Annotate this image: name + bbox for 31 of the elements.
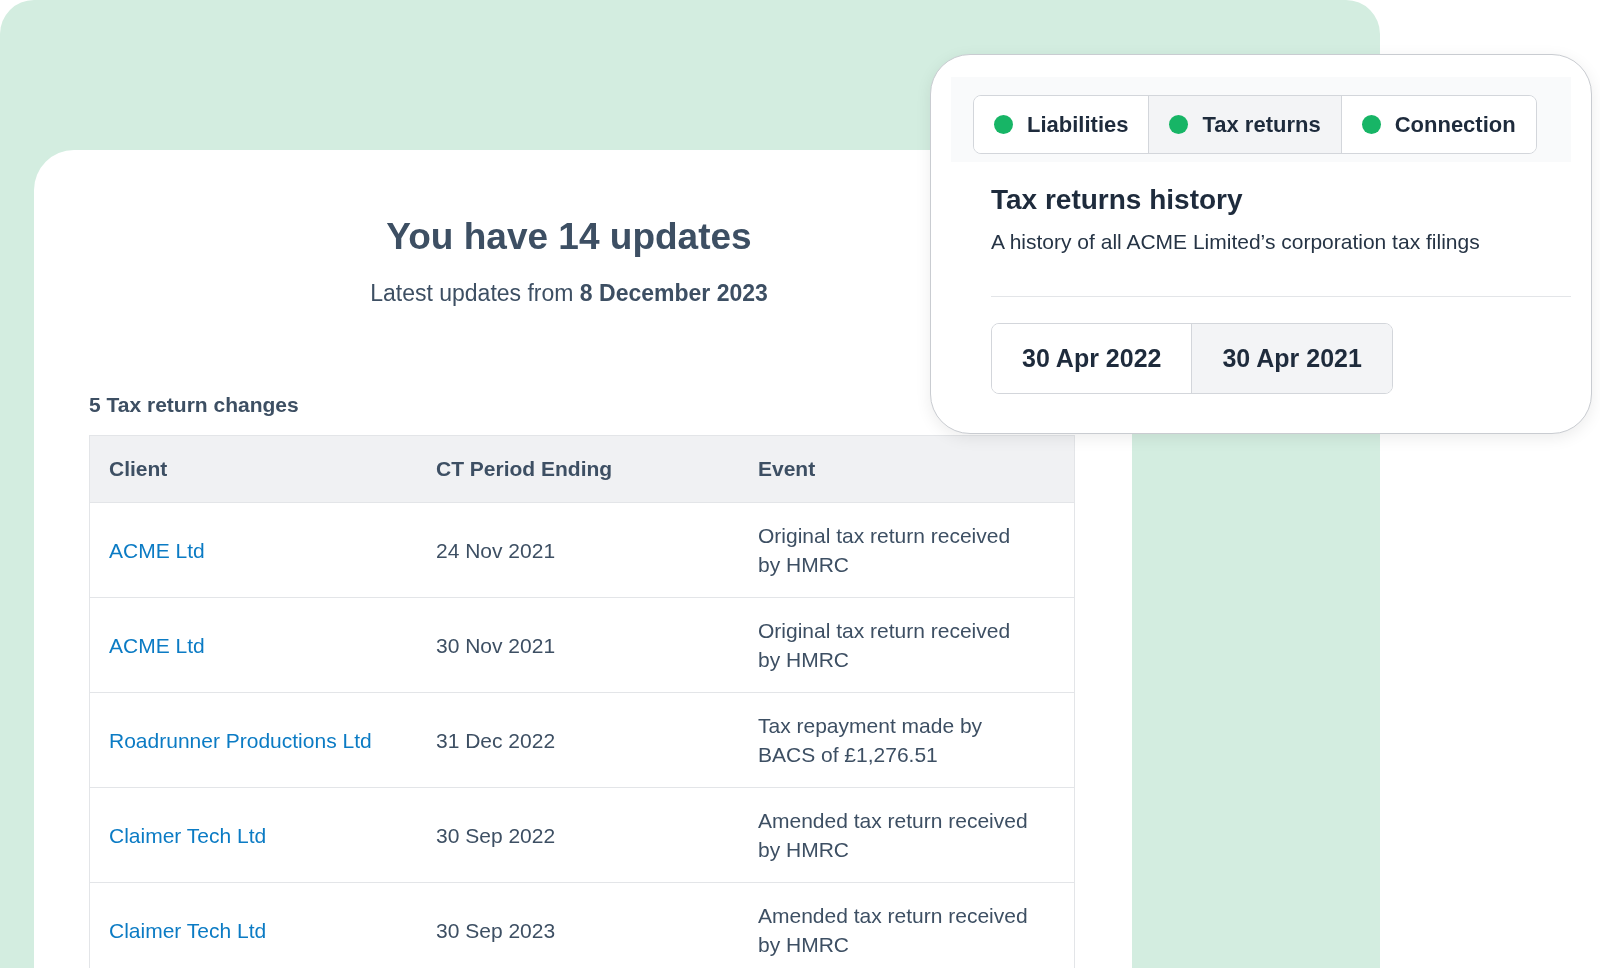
period-cell: 24 Nov 2021 — [436, 538, 556, 562]
event-cell-text: Tax repayment made by BACS of £1,276.51 — [758, 713, 984, 768]
page-subtitle: Latest updates from 8 December 2023 — [370, 280, 768, 307]
section-tab[interactable]: Liabilities — [974, 96, 1150, 153]
section-tab[interactable]: Connection — [1341, 96, 1536, 153]
client-link[interactable]: Claimer Tech Ltd — [109, 918, 267, 942]
client-link[interactable]: Claimer Tech Ltd — [109, 823, 267, 847]
page-title: You have 14 updates — [386, 216, 752, 258]
section-heading: 5 Tax return changes — [89, 393, 300, 417]
status-dot-icon — [994, 115, 1013, 134]
column-header: Client — [89, 435, 417, 503]
period-tab[interactable]: 30 Apr 2021 — [1192, 324, 1392, 393]
panel-title: Tax returns history — [991, 184, 1244, 216]
client-link[interactable]: ACME Ltd — [109, 633, 205, 657]
event-cell-text: Amended tax return received by HMRC — [758, 808, 1028, 863]
period-cell: 30 Nov 2021 — [436, 633, 556, 657]
period-cell: 31 Dec 2022 — [436, 728, 556, 752]
status-dot-icon — [1361, 115, 1381, 134]
client-link[interactable]: ACME Ltd — [109, 538, 205, 562]
client-link[interactable]: Roadrunner Productions Ltd — [109, 728, 372, 752]
column-header: Event — [739, 435, 1075, 503]
panel-description: A history of all ACME Limited’s corporation tax filings — [991, 230, 1481, 254]
period-tab[interactable]: 30 Apr 2022 — [992, 324, 1193, 393]
event-cell-text: Original tax return received by HMRC — [758, 523, 1012, 578]
period-cell: 30 Sep 2022 — [436, 823, 556, 847]
period-cell: 30 Sep 2023 — [436, 918, 556, 942]
column-header: CT Period Ending — [417, 435, 739, 503]
status-dot-icon — [1169, 115, 1189, 134]
event-cell-text: Amended tax return received by HMRC — [758, 903, 1028, 958]
event-cell-text: Original tax return received by HMRC — [758, 618, 1012, 673]
section-tab[interactable]: Tax returns — [1149, 96, 1342, 153]
